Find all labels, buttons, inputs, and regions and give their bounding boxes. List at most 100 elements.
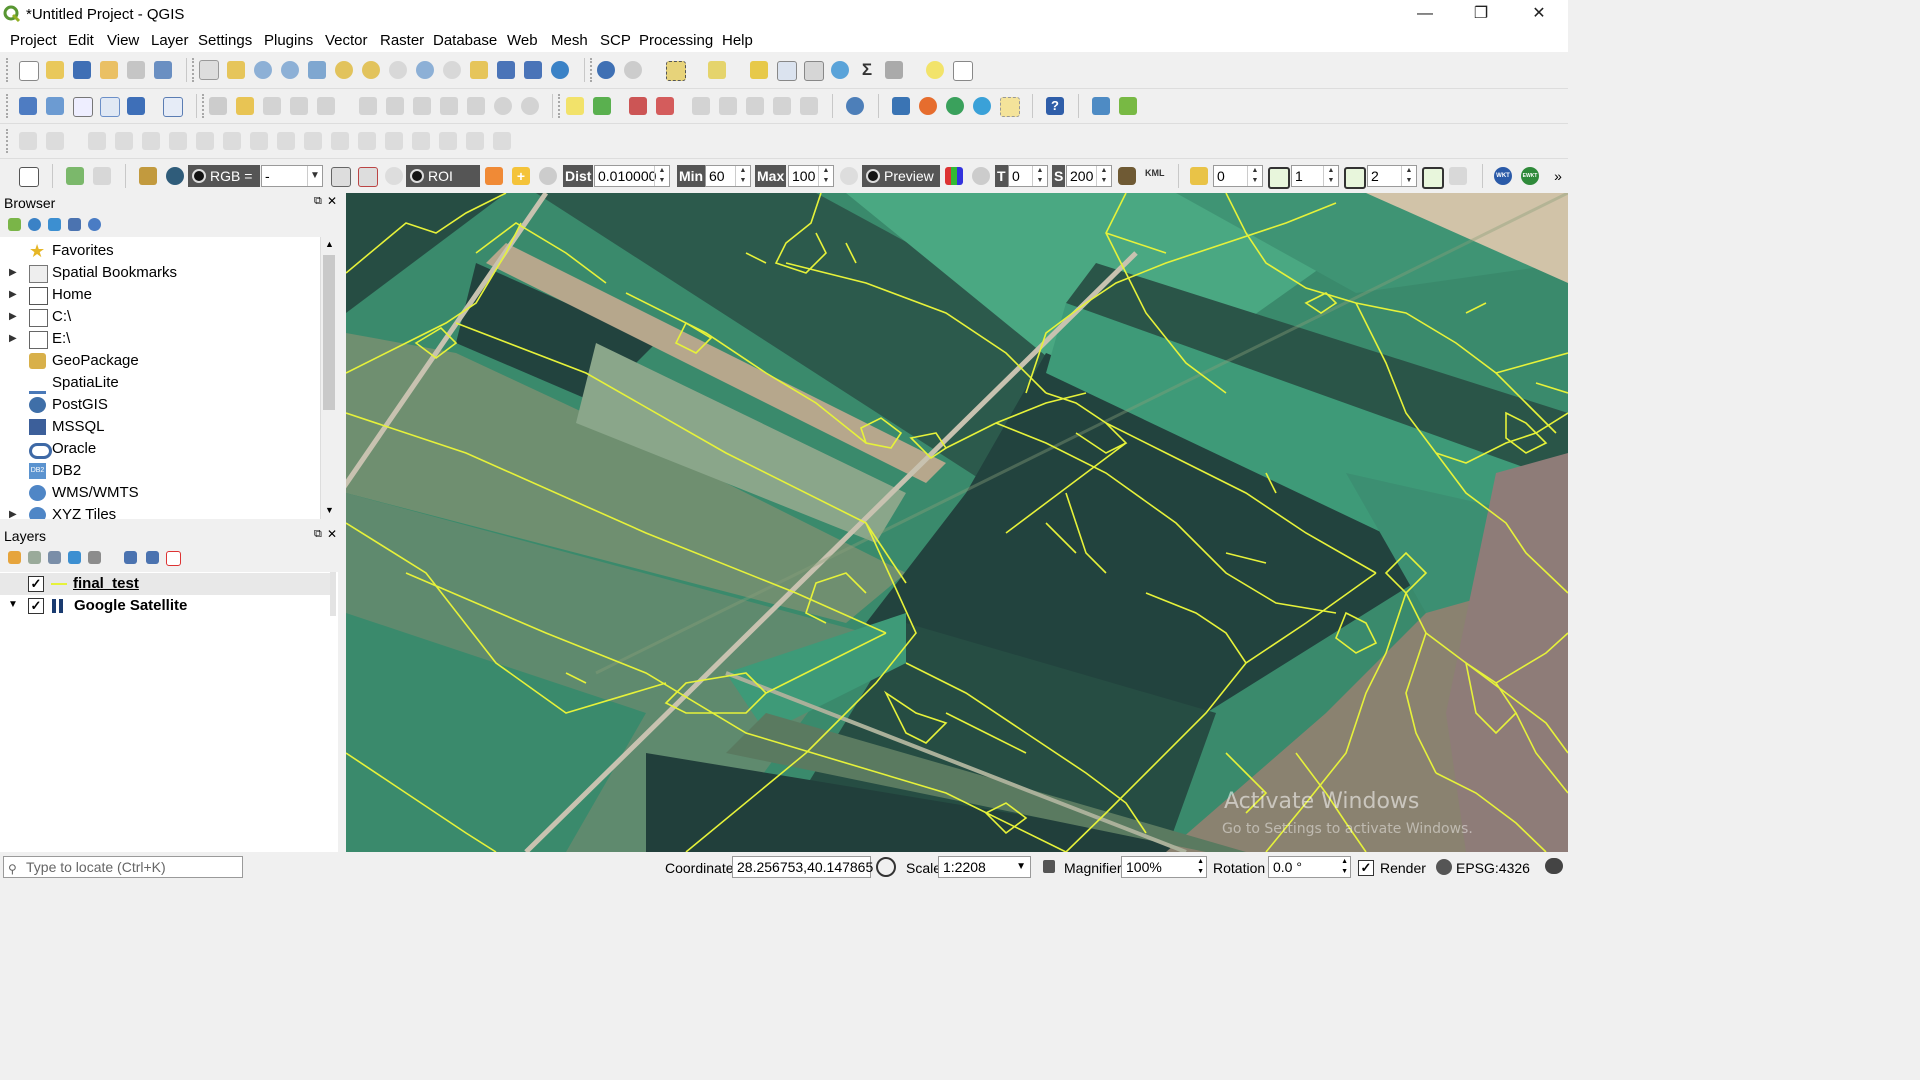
filter-legend-icon[interactable] bbox=[68, 551, 81, 564]
locate-search-input[interactable]: ⚲ Type to locate (Ctrl+K) bbox=[3, 856, 243, 878]
merge-features-icon[interactable] bbox=[412, 132, 430, 150]
scp-zoom-roi-icon[interactable] bbox=[385, 167, 403, 185]
pan-hand-icon[interactable] bbox=[199, 60, 219, 80]
text-annotation-icon[interactable] bbox=[953, 61, 973, 81]
attribute-table-icon[interactable] bbox=[777, 61, 797, 81]
add-feature-icon[interactable] bbox=[290, 97, 308, 115]
lock-scale-icon[interactable] bbox=[1043, 860, 1055, 873]
toolbar-grip[interactable] bbox=[590, 58, 596, 82]
band-arrow-2-icon[interactable] bbox=[1344, 167, 1366, 189]
delete-part-icon[interactable] bbox=[277, 132, 295, 150]
save-project-icon[interactable] bbox=[73, 61, 91, 79]
paste-features-icon[interactable] bbox=[467, 97, 485, 115]
scp-classification-preview-icon[interactable] bbox=[945, 167, 963, 185]
menu-database[interactable]: Database bbox=[433, 32, 497, 49]
open-layer-styling-icon[interactable] bbox=[8, 551, 21, 564]
menu-settings[interactable]: Settings bbox=[198, 32, 252, 49]
zoom-next-icon[interactable] bbox=[443, 61, 461, 79]
menu-view[interactable]: View bbox=[107, 32, 139, 49]
toolbar-grip[interactable] bbox=[6, 129, 12, 153]
scp-main-interface-icon[interactable] bbox=[139, 167, 157, 185]
browser-item-wms-wmts[interactable]: WMS/WMTS bbox=[0, 482, 318, 504]
menu-plugins[interactable]: Plugins bbox=[264, 32, 313, 49]
help-icon[interactable]: ? bbox=[1046, 97, 1064, 115]
field-calculator-icon[interactable] bbox=[804, 61, 824, 81]
expand-arrow-icon[interactable]: ▶ bbox=[9, 328, 17, 350]
zoom-in-icon[interactable] bbox=[254, 61, 272, 79]
new-spatialite-layer-icon[interactable] bbox=[100, 97, 120, 117]
value-field-2[interactable]: 1 ▲ ▼ bbox=[1291, 165, 1339, 187]
map-tips-icon[interactable] bbox=[926, 61, 944, 79]
action-icon[interactable] bbox=[624, 61, 642, 79]
new-geopackage-layer-icon[interactable] bbox=[46, 97, 64, 115]
refresh-icon[interactable] bbox=[551, 61, 569, 79]
plugin-layers-icon[interactable] bbox=[946, 97, 964, 115]
add-part-icon[interactable] bbox=[196, 132, 214, 150]
move-feature-icon[interactable] bbox=[88, 132, 106, 150]
save-edits-icon[interactable] bbox=[263, 97, 281, 115]
globe-plugin-icon[interactable] bbox=[846, 97, 864, 115]
browser-item-xyz-tiles[interactable]: ▶ XYZ Tiles bbox=[0, 504, 318, 519]
min-input[interactable]: 60 ▲ ▼ bbox=[705, 165, 751, 187]
scroll-down-icon[interactable]: ▼ bbox=[325, 505, 334, 515]
new-virtual-layer-icon[interactable] bbox=[163, 97, 183, 117]
browser-item-e-drive[interactable]: ▶ E:\ bbox=[0, 328, 318, 350]
restore-button[interactable]: ❐ bbox=[1452, 0, 1510, 30]
toggle-extents-mouse-icon[interactable] bbox=[876, 857, 896, 877]
scrollbar-thumb[interactable] bbox=[323, 255, 335, 410]
redo-icon[interactable] bbox=[521, 97, 539, 115]
filter-by-expression-icon[interactable] bbox=[88, 551, 101, 564]
browser-item-c-drive[interactable]: ▶ C:\ bbox=[0, 306, 318, 328]
wkt-icon[interactable]: WKT bbox=[1494, 167, 1512, 185]
copy-features-icon[interactable] bbox=[440, 97, 458, 115]
value-field-3[interactable]: 2 ▲ ▼ bbox=[1367, 165, 1417, 187]
roi-button[interactable]: ROI bbox=[406, 165, 480, 187]
toolbar-grip[interactable] bbox=[202, 94, 208, 118]
dist-input[interactable]: 0.010000 ▲ ▼ bbox=[594, 165, 670, 187]
properties-info-icon[interactable] bbox=[88, 218, 101, 231]
zoom-last-icon[interactable] bbox=[416, 61, 434, 79]
filter-icon[interactable] bbox=[48, 218, 61, 231]
menu-help[interactable]: Help bbox=[722, 32, 753, 49]
float-panel-icon[interactable]: ⧉ bbox=[314, 195, 322, 208]
menu-layer[interactable]: Layer bbox=[151, 32, 189, 49]
layout-manager-icon[interactable] bbox=[127, 61, 145, 79]
float-panel-icon[interactable]: ⧉ bbox=[314, 528, 322, 541]
zoom-native-icon[interactable] bbox=[389, 61, 407, 79]
simplify-feature-icon[interactable] bbox=[142, 132, 160, 150]
toggle-editing-pencil-icon[interactable] bbox=[236, 97, 254, 115]
fill-ring-icon[interactable] bbox=[223, 132, 241, 150]
browser-scrollbar[interactable]: ▲ ▼ bbox=[320, 237, 338, 519]
delete-selected-icon[interactable] bbox=[386, 97, 404, 115]
menu-processing[interactable]: Processing bbox=[639, 32, 713, 49]
new-project-icon[interactable] bbox=[19, 61, 39, 81]
toolbar-grip[interactable] bbox=[6, 58, 12, 82]
t-input[interactable]: 0 ▲ ▼ bbox=[1008, 165, 1048, 187]
zoom-full-icon[interactable] bbox=[308, 61, 326, 79]
magnifier-spinbox[interactable]: 100% ▲ ▼ bbox=[1121, 856, 1207, 878]
band-grid-icon[interactable] bbox=[1449, 167, 1467, 185]
menu-web[interactable]: Web bbox=[507, 32, 538, 49]
layer-visibility-checkbox[interactable]: ✓ bbox=[28, 576, 44, 592]
processing-toolbox-icon[interactable] bbox=[831, 61, 849, 79]
collapse-all-icon[interactable] bbox=[68, 218, 81, 231]
plugin-globe-icon[interactable] bbox=[973, 97, 991, 115]
offset-curve-icon[interactable] bbox=[331, 132, 349, 150]
rotate-label-icon[interactable] bbox=[746, 97, 764, 115]
select-by-value-icon[interactable] bbox=[708, 61, 726, 79]
split-features-icon[interactable] bbox=[358, 132, 376, 150]
s-input[interactable]: 200 ▲ ▼ bbox=[1066, 165, 1112, 187]
menu-mesh[interactable]: Mesh bbox=[551, 32, 588, 49]
new-shapefile-layer-icon[interactable] bbox=[73, 97, 93, 117]
new-print-layout-icon[interactable] bbox=[100, 61, 118, 79]
vertex-tool-icon[interactable] bbox=[317, 97, 335, 115]
current-edits-icon[interactable] bbox=[209, 97, 227, 115]
pan-to-selection-icon[interactable] bbox=[227, 61, 245, 79]
scp-redo-roi-icon[interactable] bbox=[539, 167, 557, 185]
collapse-all-icon[interactable] bbox=[146, 551, 159, 564]
band-arrow-3-icon[interactable] bbox=[1422, 167, 1444, 189]
collapse-arrow-icon[interactable]: ▼ bbox=[8, 599, 18, 610]
delete-ring-icon[interactable] bbox=[250, 132, 268, 150]
rotation-spinbox[interactable]: 0.0 ° ▲ ▼ bbox=[1268, 856, 1351, 878]
scale-combo[interactable]: 1:2208 ▼ bbox=[938, 856, 1031, 878]
